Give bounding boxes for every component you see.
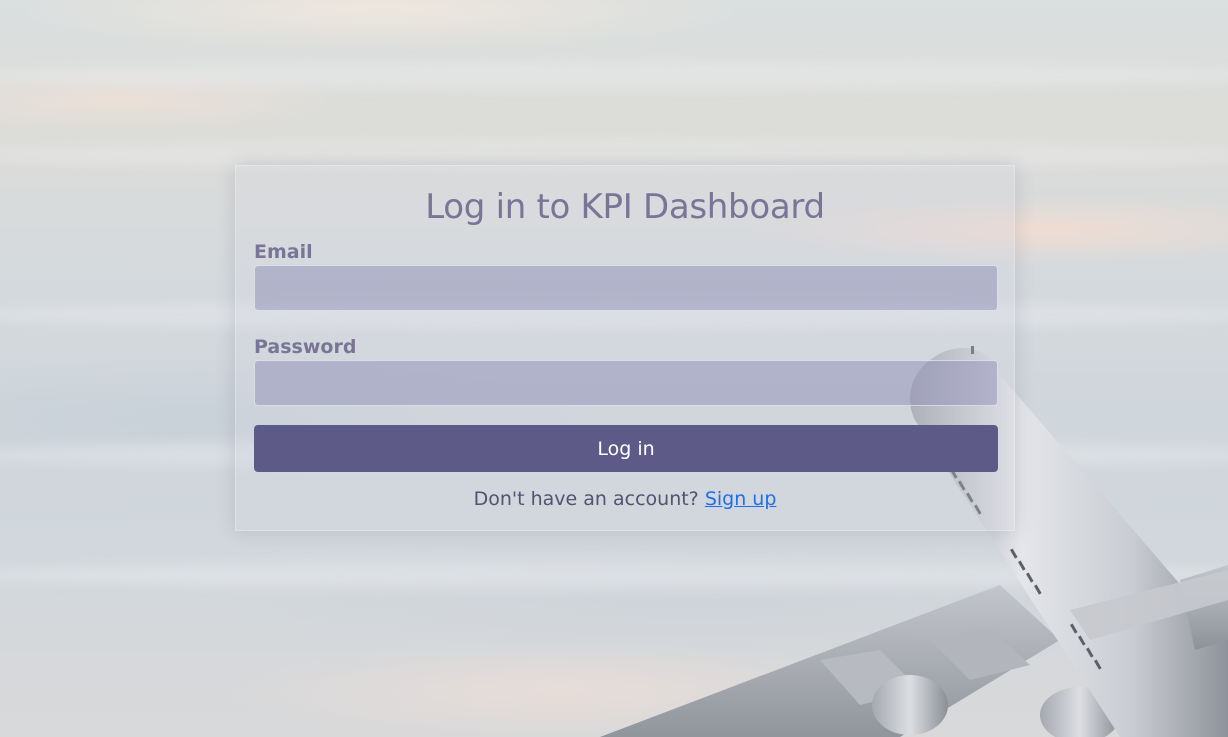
signup-row: Don't have an account? Sign up	[254, 486, 996, 512]
login-button[interactable]: Log in	[254, 425, 998, 472]
page-title: Log in to KPI Dashboard	[425, 187, 825, 227]
password-label: Password	[254, 336, 357, 358]
password-field[interactable]	[254, 360, 998, 406]
signup-prompt: Don't have an account?	[473, 488, 705, 510]
signup-link[interactable]: Sign up	[705, 488, 777, 510]
email-field[interactable]	[254, 265, 998, 311]
login-card: Log in to KPI Dashboard Email Password L…	[235, 165, 1015, 531]
email-label: Email	[254, 241, 313, 263]
